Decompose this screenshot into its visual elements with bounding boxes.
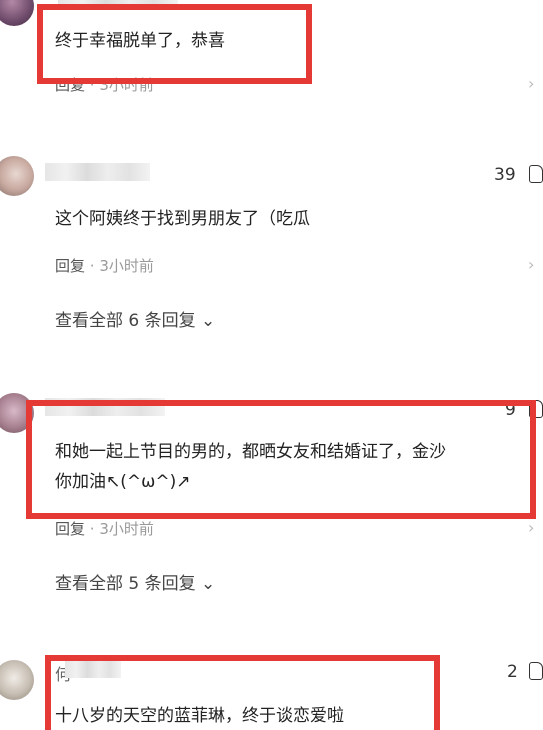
reply-button[interactable]: 回复 — [55, 76, 85, 94]
chevron-down-icon: ⌄ — [201, 574, 216, 594]
thumbs-up-icon[interactable] — [529, 165, 543, 183]
meta-separator: · — [89, 76, 95, 94]
username-blurred[interactable] — [58, 0, 178, 8]
like-count: 2 — [507, 662, 518, 682]
view-all-label: 查看全部 5 条回复 — [55, 574, 196, 594]
chevron-right-icon[interactable]: › — [528, 255, 534, 274]
comment-text-line-2: 你加油↖(^ω^)↗ — [55, 472, 191, 492]
meta-separator: · — [89, 520, 95, 538]
comment-text: 十八岁的天空的蓝菲琳，终于谈恋爱啦 — [55, 706, 344, 726]
thumbs-up-icon[interactable] — [529, 662, 543, 680]
avatar[interactable] — [0, 393, 34, 433]
comment-text: 这个阿姨终于找到男朋友了（吃瓜 — [55, 209, 310, 229]
reply-button[interactable]: 回复 — [55, 257, 85, 275]
view-all-replies-link[interactable]: 查看全部 6 条回复 ⌄ — [55, 306, 215, 331]
view-all-replies-link[interactable]: 查看全部 5 条回复 ⌄ — [55, 569, 215, 594]
username-blurred[interactable] — [45, 398, 165, 416]
comment-meta: 回复 · 3小时前 — [55, 518, 154, 539]
comment-meta: 回复 · 3小时前 — [55, 74, 154, 95]
avatar[interactable] — [0, 660, 34, 700]
comment-feed: 终于幸福脱单了，恭喜 回复 · 3小时前 › 39 这个阿姨终于找到男朋友了（吃… — [0, 0, 543, 730]
avatar[interactable] — [0, 156, 34, 196]
username-blurred — [65, 660, 121, 678]
username-blurred[interactable] — [45, 163, 150, 181]
comment-time: 3小时前 — [99, 520, 154, 538]
comment-text: 终于幸福脱单了，恭喜 — [55, 31, 225, 51]
chevron-right-icon[interactable]: › — [528, 518, 534, 537]
chevron-right-icon[interactable]: › — [528, 74, 534, 93]
comment-time: 3小时前 — [99, 257, 154, 275]
thumbs-up-icon[interactable] — [529, 400, 543, 418]
view-all-label: 查看全部 6 条回复 — [55, 311, 196, 331]
reply-button[interactable]: 回复 — [55, 520, 85, 538]
avatar[interactable] — [0, 0, 34, 26]
like-count: 9 — [505, 400, 516, 420]
comment-meta: 回复 · 3小时前 — [55, 255, 154, 276]
like-count: 39 — [494, 165, 516, 185]
comment-text-line-1: 和她一起上节目的男的，都晒女友和结婚证了，金沙 — [55, 442, 446, 462]
chevron-down-icon: ⌄ — [201, 311, 216, 331]
comment-time: 3小时前 — [99, 76, 154, 94]
meta-separator: · — [89, 257, 95, 275]
